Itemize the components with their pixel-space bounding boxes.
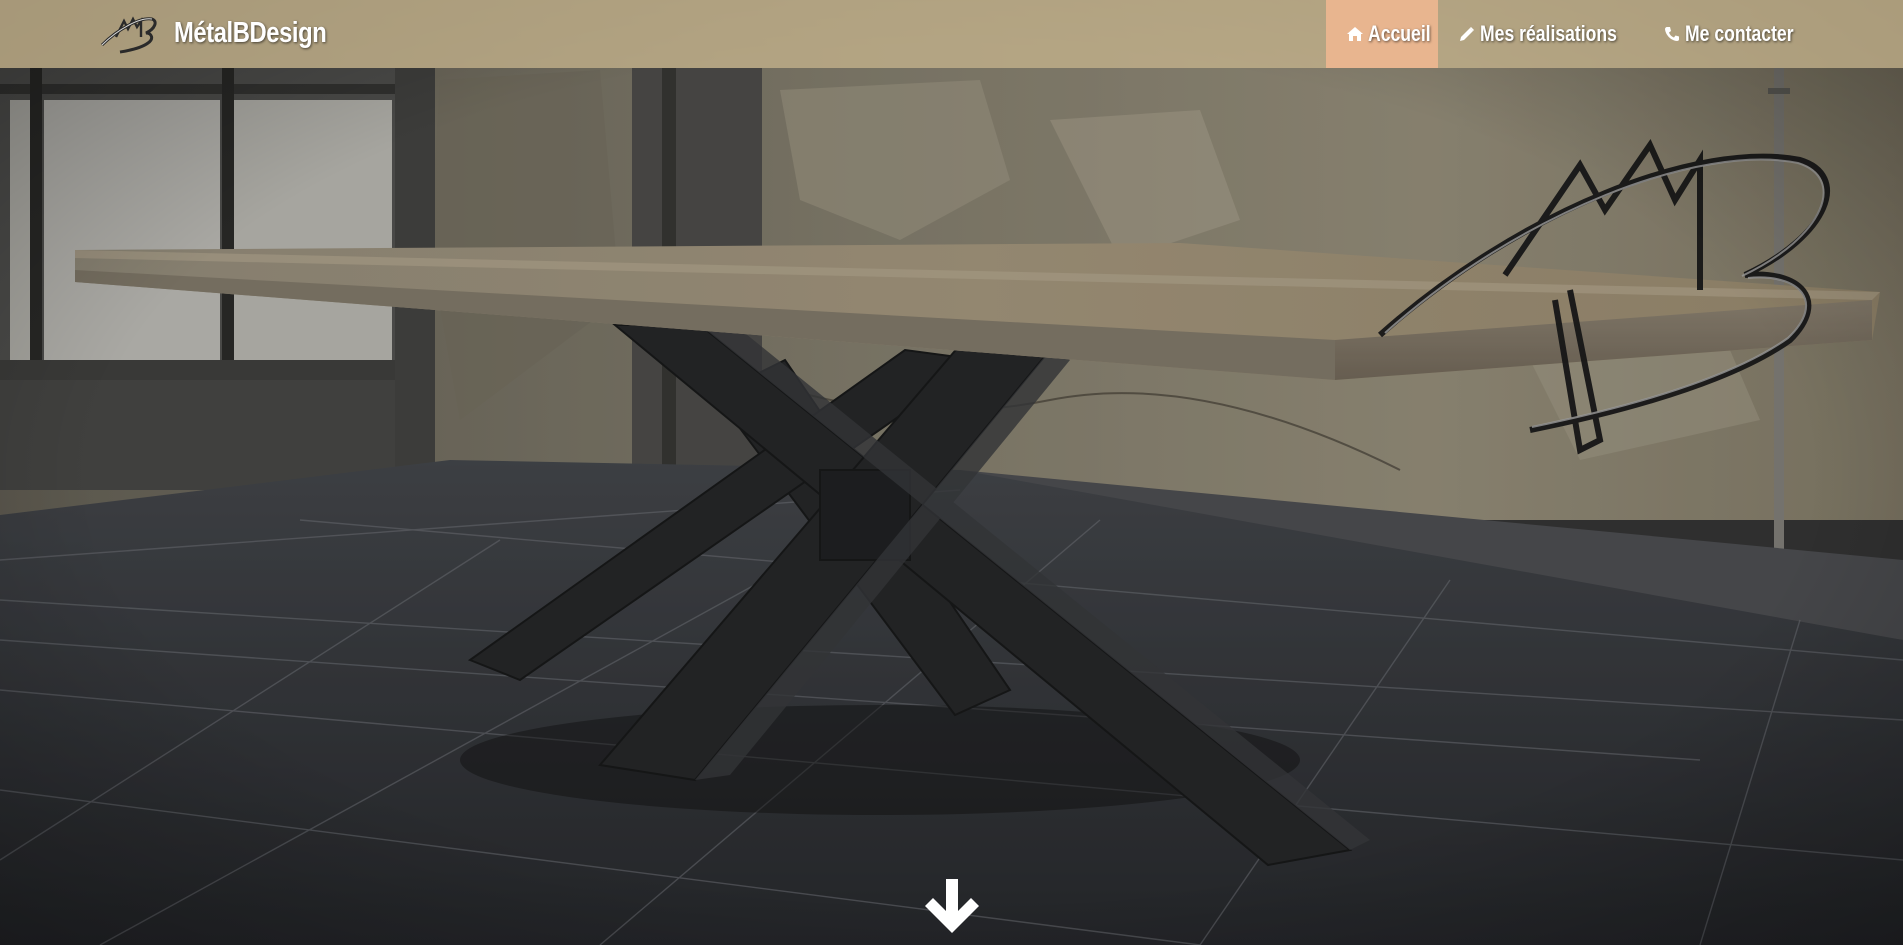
top-navbar: MétalBDesign Accueil Mes réalisations Me… — [0, 0, 1903, 68]
main-nav: Accueil Mes réalisations Me contacter — [1325, 0, 1813, 68]
home-icon — [1346, 27, 1363, 41]
nav-item-label: Mes réalisations — [1480, 21, 1618, 46]
nav-item-label: Accueil — [1367, 21, 1431, 46]
arrow-down-icon — [925, 879, 979, 933]
brand-link[interactable]: MétalBDesign — [100, 8, 360, 58]
nav-item-realisations[interactable]: Mes réalisations — [1438, 0, 1643, 68]
nav-item-label: Me contacter — [1685, 21, 1794, 46]
pencil-icon — [1460, 27, 1475, 41]
hero-section — [0, 0, 1903, 945]
mb-monogram-logo-icon — [100, 16, 157, 54]
brand-name: MétalBDesign — [174, 16, 327, 49]
scroll-down-button[interactable] — [921, 875, 983, 937]
phone-icon — [1665, 27, 1680, 41]
hero-background-image — [0, 0, 1903, 945]
nav-item-accueil[interactable]: Accueil — [1325, 0, 1439, 68]
nav-item-contact[interactable]: Me contacter — [1643, 0, 1813, 68]
